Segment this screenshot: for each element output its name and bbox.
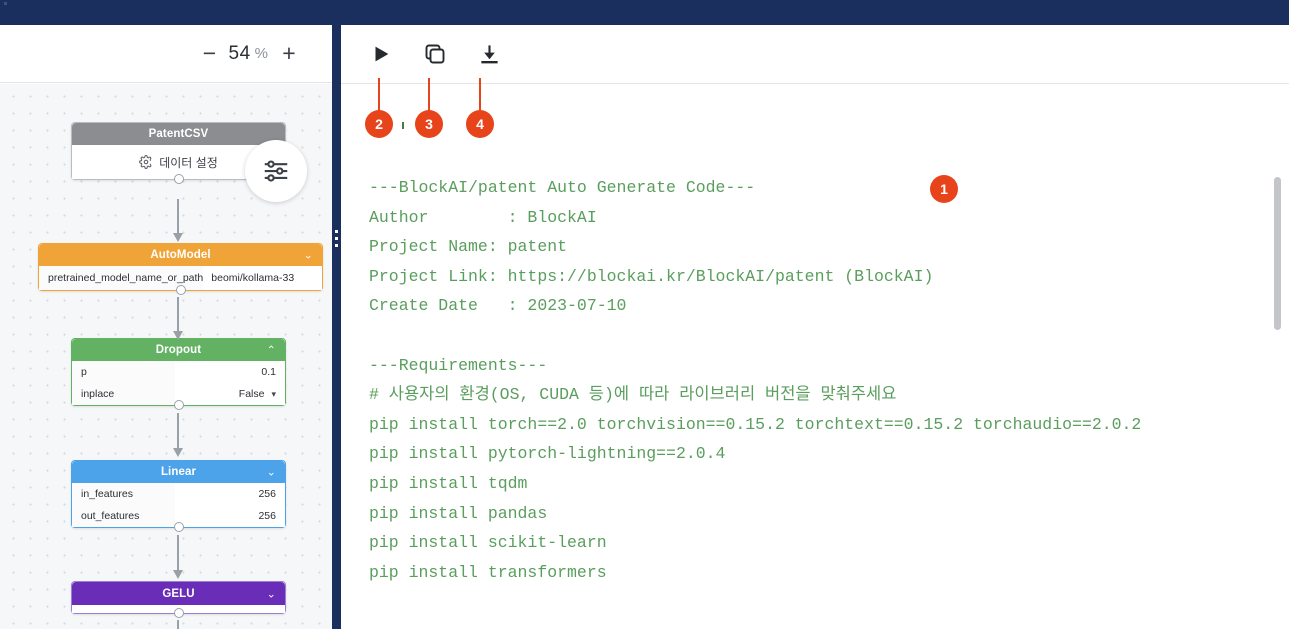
node-settings-fab[interactable]	[245, 140, 307, 202]
node-linear-title: Linear	[160, 466, 197, 478]
annotation-badge-1: 1	[930, 175, 958, 203]
data-settings-label: 데이터 설정	[159, 155, 218, 170]
copy-button[interactable]	[419, 38, 451, 70]
node-gelu-title: GELU	[162, 587, 195, 600]
graph-editor-panel: − 54 % + PatentCSV 데이터 설정 AutoModel ⌄ pr…	[0, 25, 332, 629]
node-linear-output-port[interactable]	[173, 522, 184, 532]
node-patentcsv-output-port[interactable]	[173, 174, 184, 184]
node-automodel-output-port[interactable]	[175, 285, 186, 295]
window-titlebar	[0, 0, 1289, 25]
gear-icon	[139, 155, 153, 169]
node-dropout[interactable]: Dropout ⌃ p 0.1 inplace False ▾	[71, 338, 286, 410]
node-dropout-output-port[interactable]	[173, 400, 184, 410]
node-linear-body: in_features 256 out_features 256	[72, 483, 285, 527]
edge-patentcsv-automodel	[173, 199, 183, 242]
annotation-badge-2: 2	[365, 110, 393, 138]
param-value-input[interactable]: 0.1	[175, 361, 285, 383]
node-dropout-title: Dropout	[155, 344, 202, 356]
chevron-down-icon[interactable]: ⌄	[267, 587, 276, 600]
param-key: inplace	[81, 388, 115, 400]
node-patentcsv-header[interactable]: PatentCSV	[72, 123, 285, 145]
zoom-level-value: 54	[228, 42, 251, 64]
edge-gelu-next	[177, 620, 179, 629]
param-key: pretrained_model_name_or_path	[48, 272, 204, 284]
code-scrollbar-thumb[interactable]	[1274, 177, 1281, 330]
download-button[interactable]	[473, 38, 505, 70]
play-icon	[370, 43, 392, 65]
app-root: − 54 % + PatentCSV 데이터 설정 AutoModel ⌄ pr…	[0, 0, 1289, 629]
generated-code-text: ---BlockAI/patent Auto Generate Code--- …	[369, 178, 1142, 582]
param-key: in_features	[81, 488, 133, 500]
node-dropout-body: p 0.1 inplace False ▾	[72, 361, 285, 405]
node-linear-header[interactable]: Linear ⌄	[72, 461, 285, 483]
node-patentcsv-title: PatentCSV	[148, 128, 209, 140]
annotation-badge-3: 3	[415, 110, 443, 138]
stray-marker	[402, 122, 404, 129]
node-dropout-header[interactable]: Dropout ⌃	[72, 339, 285, 361]
node-automodel-title: AutoModel	[150, 249, 211, 261]
param-key: out_features	[81, 510, 140, 522]
param-row: in_features 256	[72, 483, 285, 505]
run-button[interactable]	[365, 38, 397, 70]
chevron-down-icon[interactable]: ▾	[271, 389, 276, 400]
param-value-input[interactable]: 256	[175, 483, 285, 505]
annotation-badge-4: 4	[466, 110, 494, 138]
node-gelu[interactable]: GELU ⌄	[71, 581, 286, 618]
param-row: p 0.1	[72, 361, 285, 383]
splitter-grip-icon	[335, 230, 338, 247]
node-gelu-header[interactable]: GELU ⌄	[72, 582, 285, 605]
titlebar-dot	[4, 2, 7, 5]
edge-linear-gelu	[173, 535, 183, 579]
node-automodel-header[interactable]: AutoModel ⌄	[39, 244, 322, 266]
code-toolbar	[341, 25, 1289, 84]
node-graph-canvas[interactable]: PatentCSV 데이터 설정 AutoModel ⌄ pretrained_…	[0, 84, 332, 629]
chevron-down-icon[interactable]: ⌄	[304, 249, 313, 262]
zoom-percent-symbol: %	[254, 45, 268, 62]
download-icon	[478, 43, 501, 66]
chevron-down-icon[interactable]: ⌄	[267, 466, 276, 479]
code-output-area[interactable]: ---BlockAI/patent Auto Generate Code--- …	[341, 85, 1289, 629]
node-gelu-output-port[interactable]	[173, 608, 184, 618]
param-value-text: False	[238, 388, 265, 400]
node-linear[interactable]: Linear ⌄ in_features 256 out_features 25…	[71, 460, 286, 532]
copy-icon	[423, 42, 447, 66]
param-value-input[interactable]: beomi/kollama-33	[203, 266, 322, 290]
param-key: p	[81, 366, 87, 378]
zoom-out-button[interactable]: −	[195, 39, 225, 69]
param-value-select[interactable]: False ▾	[175, 383, 285, 405]
sliders-icon	[261, 156, 291, 186]
edge-automodel-dropout	[173, 297, 183, 340]
edge-dropout-linear	[173, 413, 183, 457]
code-scrollbar-track[interactable]	[1274, 147, 1285, 629]
zoom-controls: − 54 % +	[0, 25, 332, 83]
node-automodel[interactable]: AutoModel ⌄ pretrained_model_name_or_pat…	[38, 243, 323, 295]
zoom-in-button[interactable]: +	[274, 39, 304, 69]
panel-splitter[interactable]	[332, 25, 341, 629]
chevron-up-icon[interactable]: ⌃	[267, 344, 276, 357]
param-value-input[interactable]: 256	[175, 505, 285, 527]
